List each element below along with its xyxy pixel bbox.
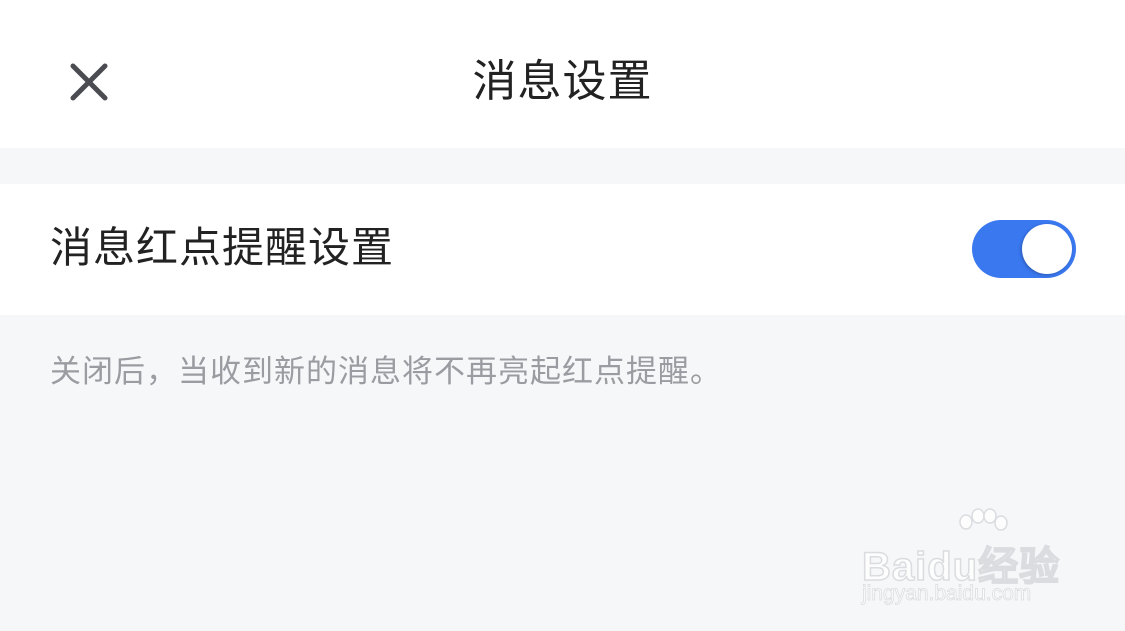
red-dot-setting-label: 消息红点提醒设置 [50,223,395,272]
toggle-knob [1022,224,1072,274]
page-title: 消息设置 [472,56,653,107]
message-settings-screen: 消息设置 消息红点提醒设置 关闭后，当收到新的消息将不再亮起红点提醒。 Baid… [0,0,1125,631]
top-nav-bar: 消息设置 [0,0,1125,148]
baidu-jingyan-watermark: Baidu经验 jingyan.baidu.com [860,508,1070,608]
watermark-url: jingyan.baidu.com [862,582,1032,606]
red-dot-setting-row: 消息红点提醒设置 [0,184,1125,315]
red-dot-setting-hint: 关闭后，当收到新的消息将不再亮起红点提醒。 [50,354,722,390]
red-dot-toggle-switch[interactable] [972,220,1076,278]
